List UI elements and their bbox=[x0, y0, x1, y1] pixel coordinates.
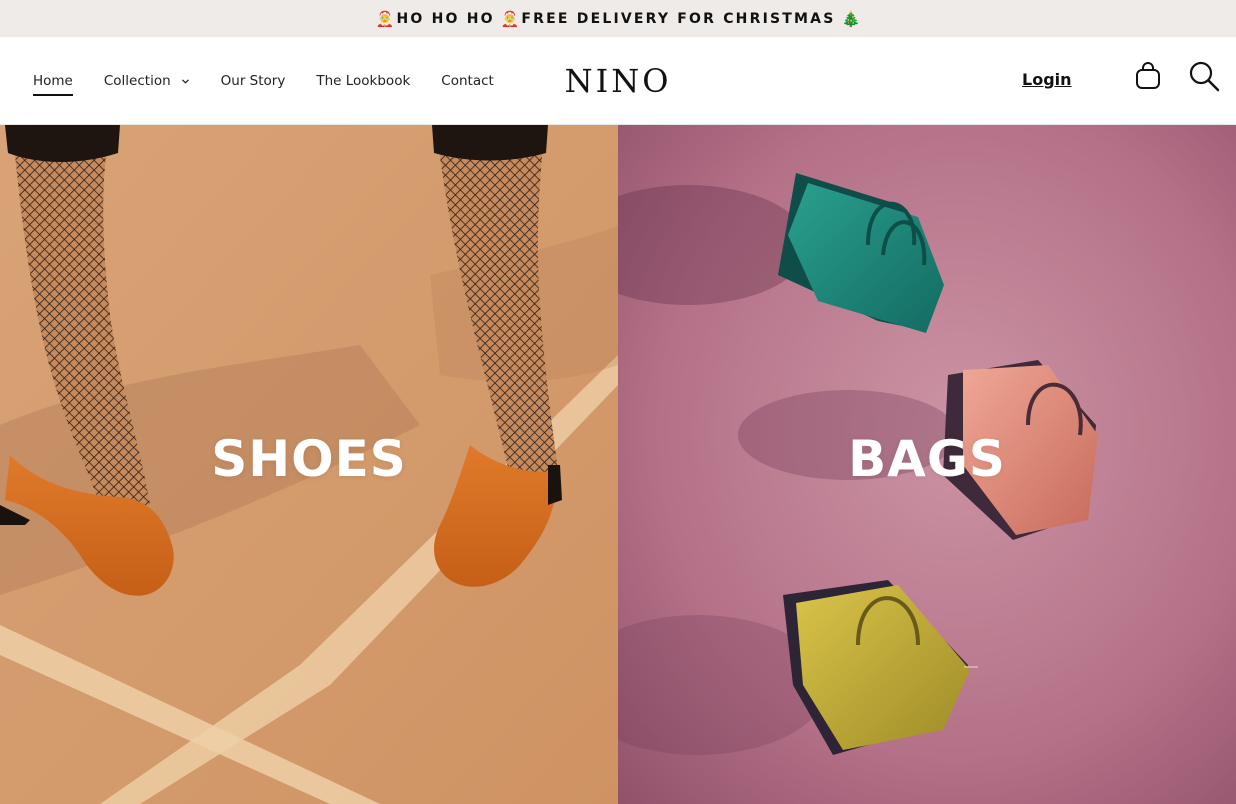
site-header: Home Collection Our Story The Lookbook C… bbox=[0, 37, 1236, 125]
bags-category-tile[interactable]: BAGS bbox=[618, 125, 1236, 804]
nav-item-our-story[interactable]: Our Story bbox=[221, 73, 286, 89]
nav-item-collection[interactable]: Collection bbox=[104, 73, 190, 89]
nav-item-label: Our Story bbox=[220, 73, 286, 89]
shoes-category-tile[interactable]: SHOES bbox=[0, 125, 618, 804]
login-link[interactable]: Login bbox=[1022, 70, 1072, 89]
mrs-claus-emoji-icon: 🤶 bbox=[375, 9, 395, 28]
nav-item-label: Home bbox=[33, 73, 73, 89]
nav-item-home[interactable]: Home bbox=[33, 73, 73, 96]
bags-category-label: BAGS bbox=[848, 430, 1006, 488]
nav-item-lookbook[interactable]: The Lookbook bbox=[316, 73, 410, 89]
brand-logo[interactable]: NINO bbox=[518, 37, 718, 125]
main-nav: Home Collection Our Story The Lookbook C… bbox=[33, 37, 525, 125]
nav-item-label: The Lookbook bbox=[316, 73, 411, 89]
christmas-tree-emoji-icon: 🎄 bbox=[841, 9, 861, 28]
nav-item-label: Collection bbox=[103, 73, 171, 89]
announcement-greeting: HO HO HO bbox=[396, 10, 495, 27]
shoes-category-label: SHOES bbox=[211, 430, 407, 488]
nav-item-contact[interactable]: Contact bbox=[441, 73, 494, 89]
chevron-down-icon bbox=[181, 79, 189, 83]
nav-item-label: Contact bbox=[441, 73, 494, 89]
mrs-claus-emoji-icon: 🤶 bbox=[500, 9, 520, 28]
category-hero: SHOES BAGS bbox=[0, 125, 1236, 804]
shopping-bag-icon[interactable] bbox=[1134, 61, 1162, 91]
announcement-text: FREE DELIVERY FOR CHRISTMAS bbox=[521, 10, 836, 27]
search-icon[interactable] bbox=[1188, 60, 1220, 92]
announcement-bar: 🤶 HO HO HO 🤶 FREE DELIVERY FOR CHRISTMAS… bbox=[0, 0, 1236, 37]
